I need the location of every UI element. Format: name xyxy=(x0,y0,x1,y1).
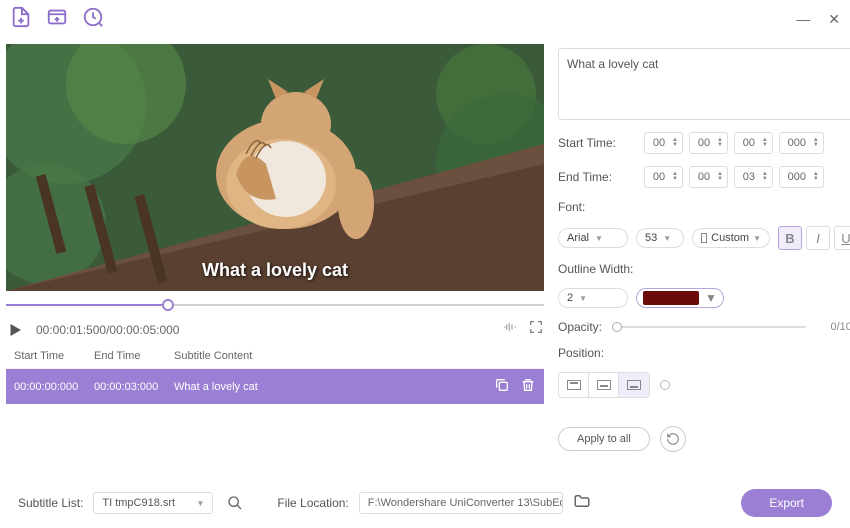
font-row: Arial▼ 53▼ Custom▼ B I U xyxy=(558,226,850,250)
position-custom[interactable] xyxy=(660,380,670,390)
outline-width-select[interactable]: 2▼ xyxy=(558,288,628,308)
header-content: Subtitle Content xyxy=(174,350,536,362)
minimize-button[interactable]: — xyxy=(796,11,810,27)
end-time-label: End Time: xyxy=(558,170,636,184)
start-hh[interactable]: 00▲▼ xyxy=(644,132,683,154)
footer: Subtitle List: TI tmpC918.srt▼ File Loca… xyxy=(0,478,850,528)
subtitle-text-input[interactable] xyxy=(558,48,850,120)
italic-button[interactable]: I xyxy=(806,226,830,250)
font-size-select[interactable]: 53▼ xyxy=(636,228,684,248)
file-location-value[interactable]: F:\Wondershare UniConverter 13\SubEdi xyxy=(359,492,563,514)
waveform-icon[interactable] xyxy=(502,319,518,340)
subtitle-row[interactable]: 00:00:00:000 00:00:03:000 What a lovely … xyxy=(6,369,544,404)
opacity-thumb[interactable] xyxy=(612,322,622,332)
subtitle-table: Start Time End Time Subtitle Content 00:… xyxy=(6,344,544,404)
outline-row: 2▼ ▼ xyxy=(558,288,850,308)
fullscreen-icon[interactable] xyxy=(528,319,544,340)
position-label: Position: xyxy=(558,346,850,360)
header-start: Start Time xyxy=(14,350,94,362)
titlebar: — ✕ xyxy=(0,0,850,38)
font-label: Font: xyxy=(558,200,850,214)
play-button[interactable] xyxy=(6,321,24,339)
video-subtitle-overlay: What a lovely cat xyxy=(202,260,348,281)
right-panel: Start Time: 00▲▼ 00▲▼ 00▲▼ 000▲▼ End Tim… xyxy=(544,38,850,478)
position-buttons xyxy=(558,372,650,398)
apply-row: Apply to all xyxy=(558,426,850,452)
clock-icon[interactable] xyxy=(82,6,104,33)
opacity-value: 0/100 xyxy=(816,321,850,333)
left-panel: What a lovely cat 00:00:01:500/00:00:05:… xyxy=(0,38,544,478)
file-location-label: File Location: xyxy=(277,496,348,510)
outline-label: Outline Width: xyxy=(558,262,850,276)
video-frame-illustration xyxy=(6,44,544,291)
font-color-select[interactable]: Custom▼ xyxy=(692,228,770,248)
search-subtitle-button[interactable] xyxy=(223,491,247,515)
bold-button[interactable]: B xyxy=(778,226,802,250)
row-end: 00:00:03:000 xyxy=(94,381,174,393)
timeline[interactable] xyxy=(6,297,544,313)
end-mm[interactable]: 00▲▼ xyxy=(689,166,728,188)
reset-button[interactable] xyxy=(660,426,686,452)
opacity-slider[interactable] xyxy=(612,326,806,328)
delete-subtitle-icon[interactable] xyxy=(520,377,536,396)
position-middle[interactable] xyxy=(589,373,619,397)
new-file-icon[interactable] xyxy=(10,6,32,33)
timeline-thumb[interactable] xyxy=(162,299,174,311)
end-hh[interactable]: 00▲▼ xyxy=(644,166,683,188)
close-button[interactable]: ✕ xyxy=(828,11,840,28)
subtitle-list-select[interactable]: TI tmpC918.srt▼ xyxy=(93,492,213,514)
apply-to-all-button[interactable]: Apply to all xyxy=(558,427,650,451)
add-window-icon[interactable] xyxy=(46,6,68,33)
end-time-row: End Time: 00▲▼ 00▲▼ 03▲▼ 000▲▼ xyxy=(558,166,850,188)
font-family-select[interactable]: Arial▼ xyxy=(558,228,628,248)
start-mm[interactable]: 00▲▼ xyxy=(689,132,728,154)
titlebar-icons xyxy=(10,6,104,33)
start-time-label: Start Time: xyxy=(558,136,636,150)
underline-button[interactable]: U xyxy=(834,226,850,250)
window-controls: — ✕ xyxy=(796,11,840,28)
copy-subtitle-icon[interactable] xyxy=(494,377,510,396)
time-display: 00:00:01:500/00:00:05:000 xyxy=(36,323,490,337)
end-ss[interactable]: 03▲▼ xyxy=(734,166,773,188)
outline-color-select[interactable]: ▼ xyxy=(636,288,724,308)
row-start: 00:00:00:000 xyxy=(14,381,94,393)
video-preview[interactable]: What a lovely cat xyxy=(6,44,544,291)
position-bottom[interactable] xyxy=(619,373,649,397)
start-ms[interactable]: 000▲▼ xyxy=(779,132,824,154)
opacity-row: Opacity: 0/100 xyxy=(558,320,850,334)
export-button[interactable]: Export xyxy=(741,489,832,517)
position-top[interactable] xyxy=(559,373,589,397)
main: What a lovely cat 00:00:01:500/00:00:05:… xyxy=(0,38,850,478)
playback-controls: 00:00:01:500/00:00:05:000 xyxy=(6,315,544,344)
start-ss[interactable]: 00▲▼ xyxy=(734,132,773,154)
open-folder-button[interactable] xyxy=(573,492,595,514)
header-end: End Time xyxy=(94,350,174,362)
opacity-label: Opacity: xyxy=(558,320,602,334)
row-content: What a lovely cat xyxy=(174,381,494,393)
start-time-row: Start Time: 00▲▼ 00▲▼ 00▲▼ 000▲▼ xyxy=(558,132,850,154)
subtitle-list-label: Subtitle List: xyxy=(18,496,83,510)
subtitle-table-header: Start Time End Time Subtitle Content xyxy=(6,344,544,369)
end-ms[interactable]: 000▲▼ xyxy=(779,166,824,188)
